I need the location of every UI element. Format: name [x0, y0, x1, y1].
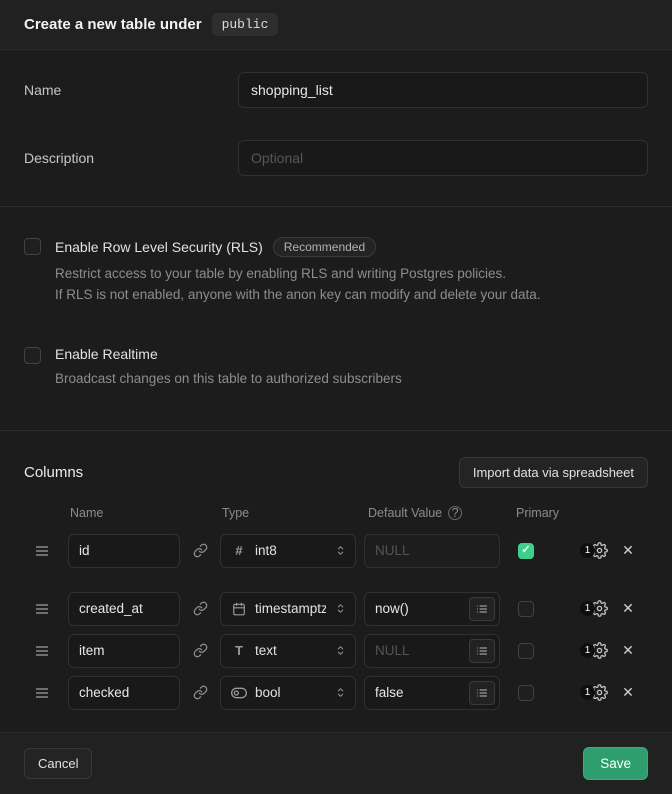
- drag-handle-icon[interactable]: [24, 545, 60, 557]
- columns-header-row: Name Type Default Value ? Primary: [0, 506, 672, 520]
- dialog-title: Create a new table under: [24, 16, 202, 33]
- column-default-input: [364, 534, 500, 568]
- default-value-suggestions-icon[interactable]: [469, 681, 495, 705]
- save-button[interactable]: Save: [583, 747, 648, 780]
- column-settings-button[interactable]: 1: [564, 542, 608, 559]
- column-header-type: Type: [220, 506, 356, 520]
- calendar-icon: [231, 602, 247, 616]
- hash-icon: #: [231, 543, 247, 558]
- cancel-button[interactable]: Cancel: [24, 748, 92, 779]
- chevrons-up-down-icon: [334, 686, 347, 699]
- rls-checkbox[interactable]: [24, 238, 41, 255]
- import-spreadsheet-button[interactable]: Import data via spreadsheet: [459, 457, 648, 488]
- description-label: Description: [24, 150, 238, 166]
- drag-handle-icon[interactable]: [24, 687, 60, 699]
- column-header-default: Default Value ?: [364, 506, 500, 520]
- column-settings-button[interactable]: 1: [564, 600, 608, 617]
- foreign-key-link-icon[interactable]: [188, 539, 212, 563]
- column-type-select[interactable]: timestamptz: [220, 592, 356, 626]
- schema-badge: public: [212, 13, 279, 36]
- column-row-created-at: timestamptz 1 ✕: [0, 592, 672, 626]
- remove-column-icon[interactable]: ✕: [616, 642, 640, 659]
- columns-section: Columns Import data via spreadsheet Name…: [0, 431, 672, 732]
- table-info-section: Name Description: [0, 50, 672, 207]
- primary-checkbox[interactable]: [518, 643, 534, 659]
- remove-column-icon[interactable]: ✕: [616, 600, 640, 617]
- column-row-item: T text 1 ✕: [0, 634, 672, 668]
- column-header-default-label: Default Value: [368, 506, 442, 520]
- text-type-icon: T: [231, 643, 247, 658]
- chevrons-up-down-icon: [334, 644, 347, 657]
- column-type-select[interactable]: bool: [220, 676, 356, 710]
- rls-description-line1: Restrict access to your table by enablin…: [55, 264, 541, 285]
- column-header-primary: Primary: [508, 506, 556, 520]
- chevrons-up-down-icon: [334, 544, 347, 557]
- rls-toggle-row: Enable Row Level Security (RLS) Recommen…: [24, 237, 648, 306]
- description-row: Description: [24, 140, 648, 176]
- primary-checkbox[interactable]: [518, 601, 534, 617]
- rls-label: Enable Row Level Security (RLS): [55, 239, 263, 255]
- default-value-suggestions-icon[interactable]: [469, 597, 495, 621]
- column-row-id: # int8 1 ✕: [0, 534, 672, 568]
- chevrons-up-down-icon: [334, 602, 347, 615]
- column-type-label: timestamptz: [255, 601, 326, 616]
- name-row: Name: [24, 72, 648, 108]
- column-name-input[interactable]: [68, 676, 180, 710]
- remove-column-icon[interactable]: ✕: [616, 542, 640, 559]
- recommended-badge: Recommended: [273, 237, 376, 257]
- dialog-header: Create a new table under public: [0, 0, 672, 50]
- default-value-suggestions-icon[interactable]: [469, 639, 495, 663]
- column-type-label: bool: [255, 685, 326, 700]
- dialog-footer: Cancel Save: [0, 732, 672, 794]
- realtime-toggle-row: Enable Realtime Broadcast changes on thi…: [24, 346, 648, 390]
- column-name-input[interactable]: [68, 534, 180, 568]
- column-type-select[interactable]: # int8: [220, 534, 356, 568]
- column-type-select[interactable]: T text: [220, 634, 356, 668]
- column-settings-button[interactable]: 1: [564, 684, 608, 701]
- column-type-label: int8: [255, 543, 326, 558]
- realtime-checkbox[interactable]: [24, 347, 41, 364]
- table-name-input[interactable]: [238, 72, 648, 108]
- foreign-key-link-icon[interactable]: [188, 639, 212, 663]
- toggle-icon: [231, 685, 247, 701]
- column-header-name: Name: [68, 506, 180, 520]
- primary-checkbox[interactable]: [518, 543, 534, 559]
- realtime-description: Broadcast changes on this table to autho…: [55, 369, 402, 390]
- columns-title: Columns: [24, 464, 83, 481]
- column-name-input[interactable]: [68, 592, 180, 626]
- remove-column-icon[interactable]: ✕: [616, 684, 640, 701]
- foreign-key-link-icon[interactable]: [188, 681, 212, 705]
- rls-description-line2: If RLS is not enabled, anyone with the a…: [55, 285, 541, 306]
- realtime-label: Enable Realtime: [55, 346, 158, 362]
- rls-description: Restrict access to your table by enablin…: [55, 264, 541, 306]
- table-description-input[interactable]: [238, 140, 648, 176]
- name-label: Name: [24, 82, 238, 98]
- column-name-input[interactable]: [68, 634, 180, 668]
- help-icon[interactable]: ?: [448, 506, 462, 520]
- drag-handle-icon[interactable]: [24, 603, 60, 615]
- foreign-key-link-icon[interactable]: [188, 597, 212, 621]
- create-table-dialog: Create a new table under public Name Des…: [0, 0, 672, 787]
- primary-checkbox[interactable]: [518, 685, 534, 701]
- column-row-checked: bool 1 ✕: [0, 676, 672, 710]
- column-type-label: text: [255, 643, 326, 658]
- drag-handle-icon[interactable]: [24, 645, 60, 657]
- table-options-section: Enable Row Level Security (RLS) Recommen…: [0, 207, 672, 431]
- column-settings-button[interactable]: 1: [564, 642, 608, 659]
